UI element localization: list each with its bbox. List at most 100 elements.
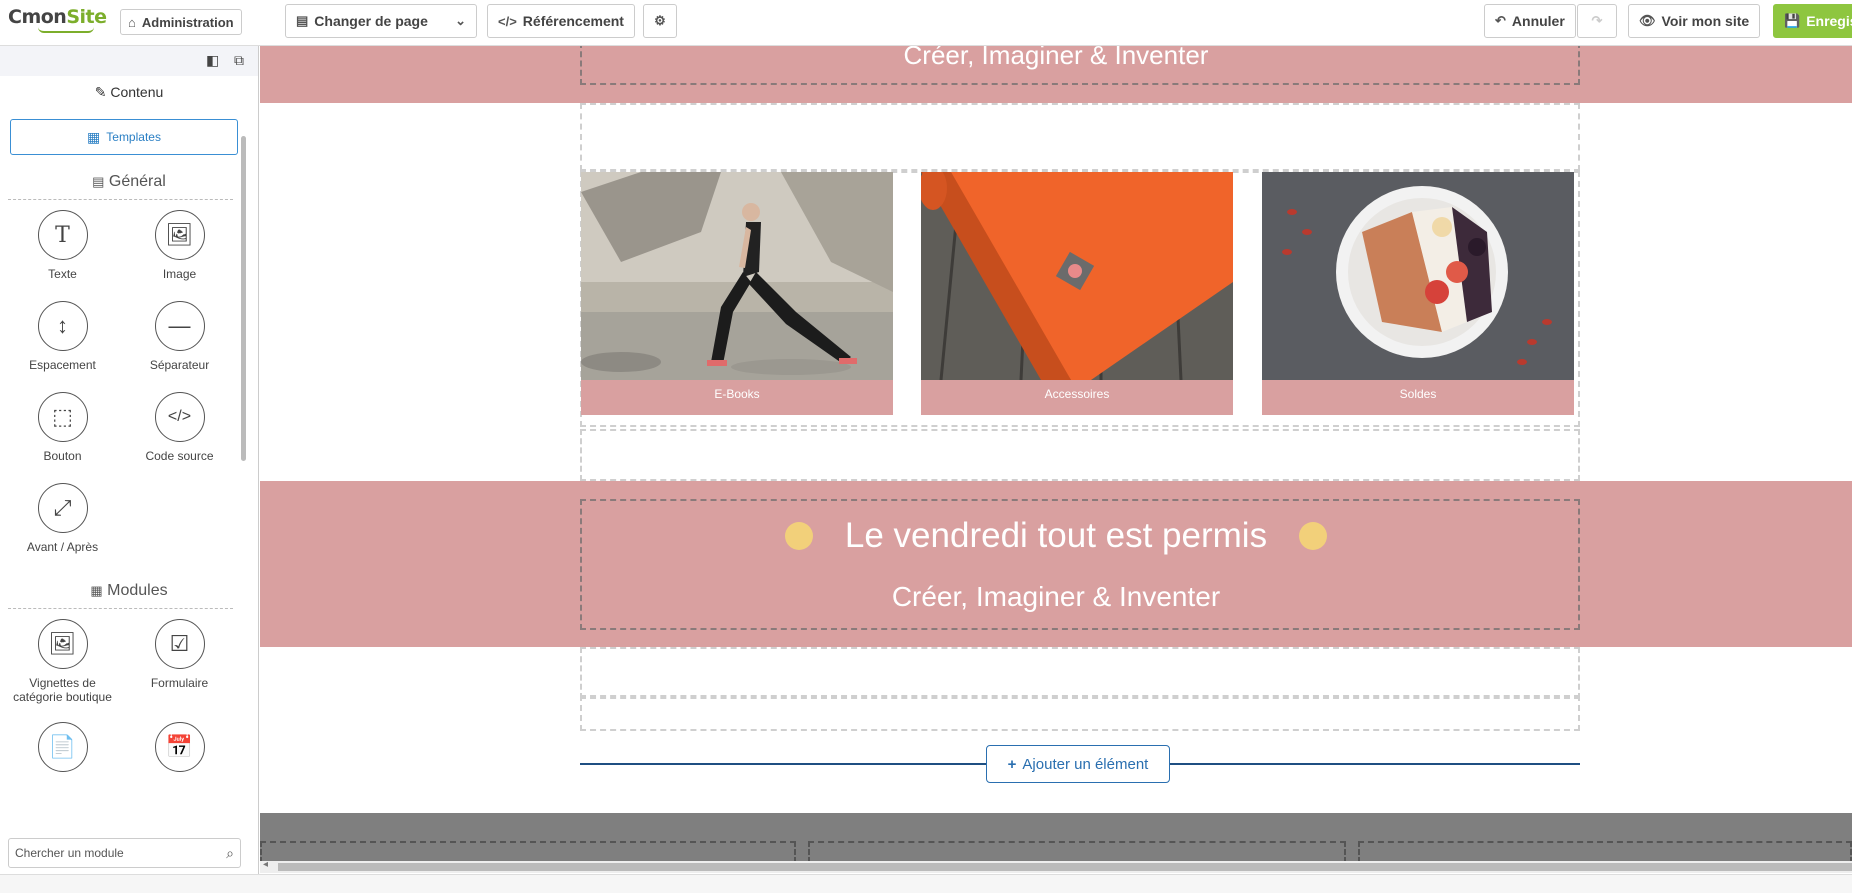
category-card-ebooks[interactable]: E-Books — [581, 172, 893, 415]
spacer-block[interactable] — [580, 647, 1580, 699]
minus-icon: — — [154, 301, 205, 351]
modules-title: Modules — [107, 582, 168, 599]
tool-calendar[interactable]: 📅 — [121, 722, 238, 772]
tool-label: Espacement — [29, 358, 96, 372]
card-label: Soldes — [1399, 387, 1437, 401]
section-divider — [8, 608, 233, 609]
category-card-soldes[interactable]: Soldes — [1262, 172, 1574, 415]
scroll-left-icon[interactable]: ◂ — [263, 859, 268, 870]
expand-arrows-icon: ⤢ — [37, 483, 88, 533]
contenu-tab[interactable]: ✎ Contenu — [0, 76, 258, 111]
code-icon: </> — [154, 392, 205, 442]
add-element-button[interactable]: + Ajouter un élément — [986, 745, 1170, 783]
module-search-input[interactable]: Chercher un module ⌕ — [8, 838, 241, 868]
spacer-block[interactable] — [580, 429, 1580, 481]
tool-espacement[interactable]: ↕ Espacement — [4, 301, 121, 372]
checkbox-icon: ☑ — [154, 619, 205, 669]
modules-tools-grid: 🖼 Vignettes de catégorie boutique ☑ Form… — [0, 619, 258, 772]
redo-button[interactable]: ↷ — [1577, 4, 1617, 38]
image-icon: 🖼 — [154, 210, 205, 260]
yellow-dot-icon — [1299, 522, 1328, 550]
calendar-icon: 📅 — [154, 722, 205, 772]
templates-label: Templates — [106, 130, 161, 144]
save-label: Enregis — [1806, 13, 1852, 29]
section-divider — [8, 199, 233, 200]
tool-vignettes-categorie[interactable]: 🖼 Vignettes de catégorie boutique — [4, 619, 121, 704]
horizontal-scrollbar[interactable]: ◂ — [260, 859, 1852, 873]
mid-title: Le vendredi tout est permis — [844, 516, 1268, 555]
spacer-block[interactable] — [580, 695, 1580, 731]
undo-label: Annuler — [1511, 13, 1565, 29]
image-icon: 🖼 — [37, 619, 88, 669]
seo-button[interactable]: </> Référencement — [487, 4, 635, 38]
administration-button[interactable]: ⌂ Administration — [120, 9, 242, 35]
card-label: Accessoires — [1044, 387, 1110, 401]
text-icon: T — [37, 210, 88, 260]
cursor-button-icon: ⬚ — [37, 392, 88, 442]
status-bar — [0, 874, 1852, 893]
change-page-label: Changer de page — [314, 13, 428, 29]
card-image-acai-bowl — [1262, 172, 1574, 380]
tool-texte[interactable]: T Texte — [4, 210, 121, 281]
view-site-button[interactable]: 👁 Voir mon site — [1628, 4, 1761, 38]
logo-text-a: Cmon — [8, 6, 67, 28]
document-icon: 📄 — [37, 722, 88, 772]
sidebar: ◧ ⧉ ✎ Contenu ▦ Templates ▤ Général T Te… — [0, 46, 259, 881]
scroll-thumb[interactable] — [278, 863, 1852, 871]
tool-bouton[interactable]: ⬚ Bouton — [4, 392, 121, 463]
tool-label: Formulaire — [150, 676, 209, 690]
tool-code-source[interactable]: </> Code source — [121, 392, 238, 463]
gear-icon: ⚙ — [654, 13, 666, 28]
popout-panel-icon[interactable]: ⧉ — [234, 52, 244, 69]
tool-label: Image — [162, 267, 197, 281]
category-card-accessoires[interactable]: Accessoires — [921, 172, 1233, 415]
sidebar-header: ◧ ⧉ — [0, 46, 258, 76]
search-icon[interactable]: ⌕ — [226, 845, 234, 862]
dock-panel-icon[interactable]: ◧ — [206, 52, 219, 69]
logo-swoosh — [38, 27, 94, 33]
tool-label: Code source — [145, 449, 214, 463]
change-page-select[interactable]: ▤ Changer de page ⌄ — [285, 4, 477, 38]
general-section-title: ▤ Général — [0, 173, 258, 191]
tool-image[interactable]: 🖼 Image — [121, 210, 238, 281]
home-icon: ⌂ — [128, 14, 136, 30]
undo-icon: ↶ — [1495, 13, 1506, 28]
tool-label: Bouton — [43, 449, 82, 463]
vertical-arrows-icon: ↕ — [37, 301, 88, 351]
general-tools-grid: T Texte 🖼 Image ↕ Espacement — Séparateu… — [0, 210, 258, 554]
card-image-woman-stretching — [581, 172, 893, 380]
templates-icon: ▦ — [87, 128, 101, 145]
save-button[interactable]: 💾 Enregis — [1773, 4, 1852, 38]
mid-subtitle: Créer, Imaginer & Inventer — [891, 581, 1221, 612]
contenu-label: Contenu — [110, 84, 164, 100]
newspaper-icon: ▤ — [92, 174, 105, 189]
page-icon: ▤ — [296, 13, 309, 28]
templates-button[interactable]: ▦ Templates — [10, 119, 238, 155]
sidebar-scrollbar[interactable] — [241, 136, 246, 461]
tool-document[interactable]: 📄 — [4, 722, 121, 772]
search-placeholder: Chercher un module — [15, 846, 124, 860]
tool-label: Séparateur — [149, 358, 210, 372]
card-image-yoga-mat — [921, 172, 1233, 380]
modules-section-title: ▦ Modules — [0, 582, 258, 600]
plus-icon: + — [1007, 755, 1017, 773]
redo-icon: ↷ — [1591, 13, 1603, 28]
cmonsite-logo[interactable]: CmonSite — [8, 6, 107, 28]
settings-button[interactable]: ⚙ — [643, 4, 677, 38]
tool-label: Texte — [48, 267, 77, 281]
chevron-down-icon: ⌄ — [455, 13, 466, 28]
code-icon: </> — [498, 13, 517, 29]
page-canvas: Créer, Imaginer & Inventer E-Books Acces… — [260, 46, 1852, 866]
seo-label: Référencement — [522, 13, 624, 29]
pencil-icon: ✎ — [94, 84, 107, 100]
eye-icon: 👁 — [1639, 13, 1656, 28]
spacer-block[interactable] — [580, 103, 1580, 171]
tool-formulaire[interactable]: ☑ Formulaire — [121, 619, 238, 704]
save-icon: 💾 — [1784, 13, 1801, 28]
view-site-label: Voir mon site — [1661, 13, 1750, 29]
tool-avant-apres[interactable]: ⤢ Avant / Après — [4, 483, 121, 554]
undo-button[interactable]: ↶ Annuler — [1484, 4, 1576, 38]
administration-label: Administration — [141, 14, 234, 30]
card-label: E-Books — [714, 387, 760, 401]
tool-separateur[interactable]: — Séparateur — [121, 301, 238, 372]
